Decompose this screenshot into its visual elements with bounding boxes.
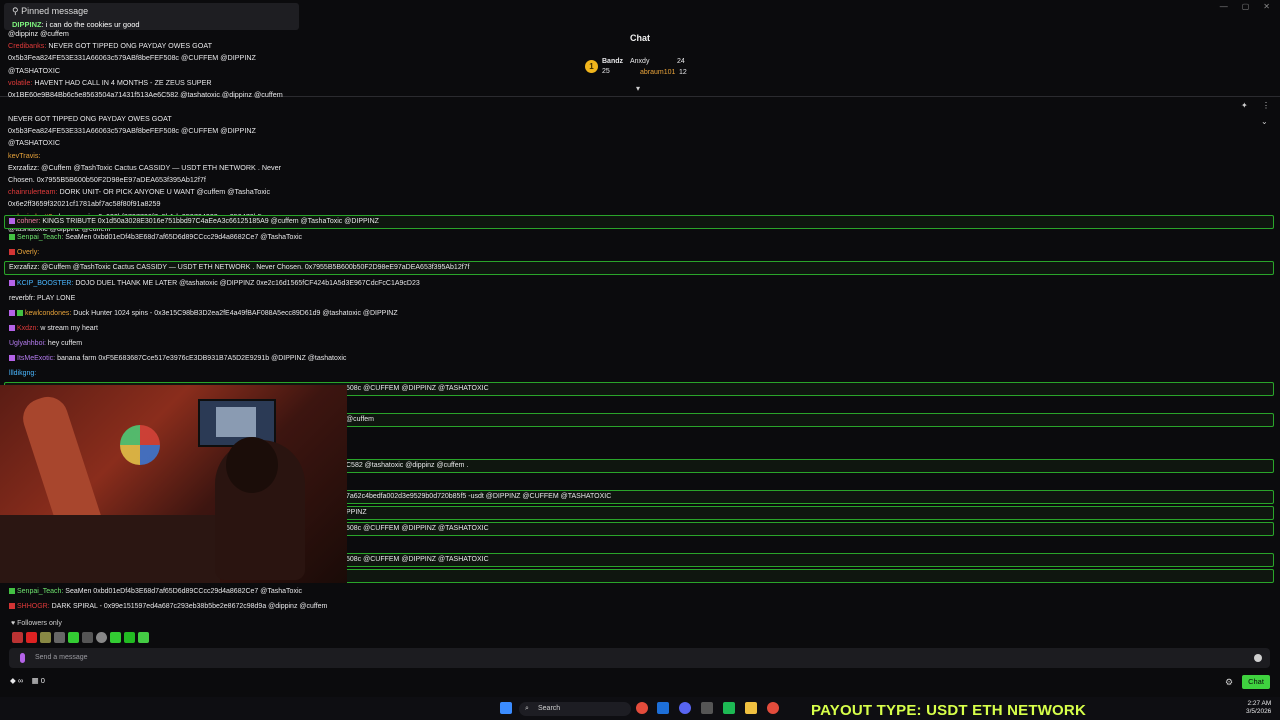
couch	[0, 515, 220, 583]
browser-icon[interactable]	[767, 702, 779, 714]
emote-icon[interactable]	[82, 632, 93, 643]
leaderboard[interactable]: 1 Bandz 25 Anxdy 24 abraum101 12	[585, 56, 705, 82]
chat-message[interactable]: KCIP_BOOSTER: DOJO DUEL THANK ME LATER @…	[9, 280, 420, 287]
leader-second-count: 24	[677, 58, 685, 65]
list-item: @TASHATOXIC	[8, 138, 61, 148]
chat-message[interactable]: ItsMeExotic: banana farm 0xF5E683687Cce5…	[9, 355, 346, 362]
chat-message-fragment: 508c @CUFFEM @DIPPINZ @TASHATOXIC	[346, 385, 489, 392]
crown-icon: 1	[585, 60, 598, 73]
minimize-icon[interactable]: —	[1220, 2, 1228, 11]
bottom-toolbar: ◆ ∞ ▦ 0	[10, 676, 45, 685]
chat-message-fragment: 508c @CUFFEM @DIPPINZ @TASHATOXIC	[346, 525, 489, 532]
emote-icon[interactable]	[40, 632, 51, 643]
chat-message-fragment: 7a62c4bedfa002d3e9529b0d720b85f5 -usdt @…	[346, 493, 612, 500]
taskbar-clock[interactable]: 2:27 AM 3/5/2026	[1246, 700, 1271, 716]
chat-input[interactable]: Send a message	[9, 648, 1270, 668]
chat-message[interactable]: llldikgng:	[9, 370, 36, 377]
spin-wheel	[120, 425, 160, 465]
chat-message[interactable]: kewlcondones: Duck Hunter 1024 spins - 0…	[9, 310, 398, 317]
folder-icon[interactable]	[745, 702, 757, 714]
leader-first-name: Bandz	[602, 58, 623, 65]
leader-first-count: 25	[602, 68, 610, 75]
taskbar-search[interactable]: ⌕ Search	[519, 702, 631, 716]
list-item: 0x6e2ff3659f32021cf1781abf7ac58f80f91a82…	[8, 199, 161, 209]
steam-icon[interactable]	[657, 702, 669, 714]
chat-message[interactable]: reverbfr: PLAY LONE	[9, 295, 75, 302]
emote-icon[interactable]	[138, 632, 149, 643]
discord-icon[interactable]	[679, 702, 691, 714]
chat-message[interactable]: Uglyahhboi: hey cuffem	[9, 340, 82, 347]
list-item: NEVER GOT TIPPED ONG PAYDAY OWES GOAT	[8, 114, 172, 123]
list-item: kevTravis:	[8, 150, 41, 160]
chevron-down-icon[interactable]: ⌄	[1261, 117, 1268, 126]
app-icon[interactable]	[701, 702, 713, 714]
pin-icon: ⚲	[12, 6, 22, 16]
gear-icon[interactable]: ⚙	[1225, 677, 1233, 688]
app-icon[interactable]	[723, 702, 735, 714]
pin-toggle-icon[interactable]: ✦	[1241, 101, 1248, 110]
more-options-icon[interactable]: ⋮	[1262, 101, 1270, 110]
streamer-head	[226, 437, 278, 493]
emote-icon[interactable]	[68, 632, 79, 643]
window-controls: — ▢ ✕	[1220, 0, 1280, 12]
chat-message[interactable]: Senpai_Teach: SeaMen 0xbd01eDf4b3E68d7af…	[9, 588, 302, 595]
chat-message[interactable]: Senpai_Teach: SeaMen 0xbd01eDf4b3E68d7af…	[9, 234, 302, 241]
points-count: 0	[40, 676, 45, 685]
mic-icon[interactable]	[20, 653, 25, 663]
infinity-label: ∞	[17, 676, 24, 685]
chat-message-fragment: PPINZ	[346, 509, 367, 516]
followers-only-label: ♥ Followers only	[11, 620, 62, 627]
leader-second-name: Anxdy	[630, 58, 650, 65]
chat-message[interactable]: Exrzafizz: @Cuffem @TashToxic Cactus CAS…	[9, 264, 470, 271]
chat-message[interactable]: Overly:	[9, 249, 39, 256]
top-message-list: @dippinz @cuffem Credibanks: NEVER GOT T…	[8, 28, 308, 101]
list-item: Chosen. 0x7955B5B600b50F2D98eE97aDEA653f…	[8, 175, 206, 185]
emote-icon[interactable]	[54, 632, 65, 643]
emoji-icon[interactable]	[1254, 654, 1262, 662]
emote-icon[interactable]	[26, 632, 37, 643]
emote-bar[interactable]	[12, 632, 149, 643]
search-icon: ⌕	[525, 705, 529, 712]
chat-message-fragment: @cuffem	[346, 416, 374, 423]
pinned-title: ⚲ Pinned message	[12, 6, 89, 16]
payout-banner: PAYOUT TYPE: USDT ETH NETWORK	[811, 702, 1086, 719]
list-item: 0x5b3Fea824FE53E331A66063c579ABf8beFEF50…	[8, 53, 256, 63]
list-item: @dippinz @cuffem	[8, 29, 69, 38]
chat-input-placeholder: Send a message	[35, 654, 88, 661]
search-label: Search	[538, 705, 561, 712]
points-icon[interactable]: ▦	[32, 676, 41, 685]
list-item: @TASHATOXIC	[8, 65, 61, 75]
emote-icon[interactable]	[12, 632, 23, 643]
pinned-message[interactable]: ⚲ Pinned message DIPPINZ: i can do the c…	[4, 3, 299, 30]
list-item: 0x1BE60e9B84Bb6c5e8563504a71431f513Ae6C5…	[8, 90, 283, 100]
list-item: Credibanks: NEVER GOT TIPPED ONG PAYDAY …	[8, 41, 212, 51]
webcam-overlay	[0, 385, 347, 583]
chat-message-fragment: 508c @CUFFEM @DIPPINZ @TASHATOXIC	[346, 556, 489, 563]
chat-message-fragment: C582 @tashatoxic @dippinz @cuffem .	[346, 462, 469, 469]
chat-message[interactable]: SHHOGR: DARK SPIRAL - 0x99e151597ed4a687…	[9, 603, 327, 610]
close-icon[interactable]: ✕	[1263, 2, 1270, 11]
list-item: chainrulerteam: DORK UNIT- OR PICK ANYON…	[8, 187, 271, 197]
chat-message[interactable]: Kxdzn: w stream my heart	[9, 325, 98, 332]
leader-third-name: abraum101	[640, 69, 676, 76]
bits-icon[interactable]: ◆	[10, 676, 18, 685]
list-item: Exrzafizz: @Cuffem @TashToxic Cactus CAS…	[8, 162, 282, 172]
maximize-icon[interactable]: ▢	[1242, 2, 1250, 11]
emote-icon[interactable]	[96, 632, 107, 643]
chat-send-button[interactable]: Chat	[1242, 675, 1270, 689]
chrome-icon[interactable]	[636, 702, 648, 714]
emote-icon[interactable]	[110, 632, 121, 643]
leader-third-count: 12	[679, 69, 687, 76]
collapse-icon[interactable]: ▾	[636, 84, 640, 93]
windows-start-icon[interactable]	[500, 702, 512, 714]
list-item: 0x5b3Fea824FE53E331A66063c579ABf8beFEF50…	[8, 126, 256, 136]
chat-message[interactable]: cohner: KINGS TRIBUTE 0x1d50a3028E3016e7…	[9, 218, 379, 225]
list-item: volatile: HAVENT HAD CALL IN 4 MONTHS - …	[8, 77, 212, 87]
emote-icon[interactable]	[124, 632, 135, 643]
